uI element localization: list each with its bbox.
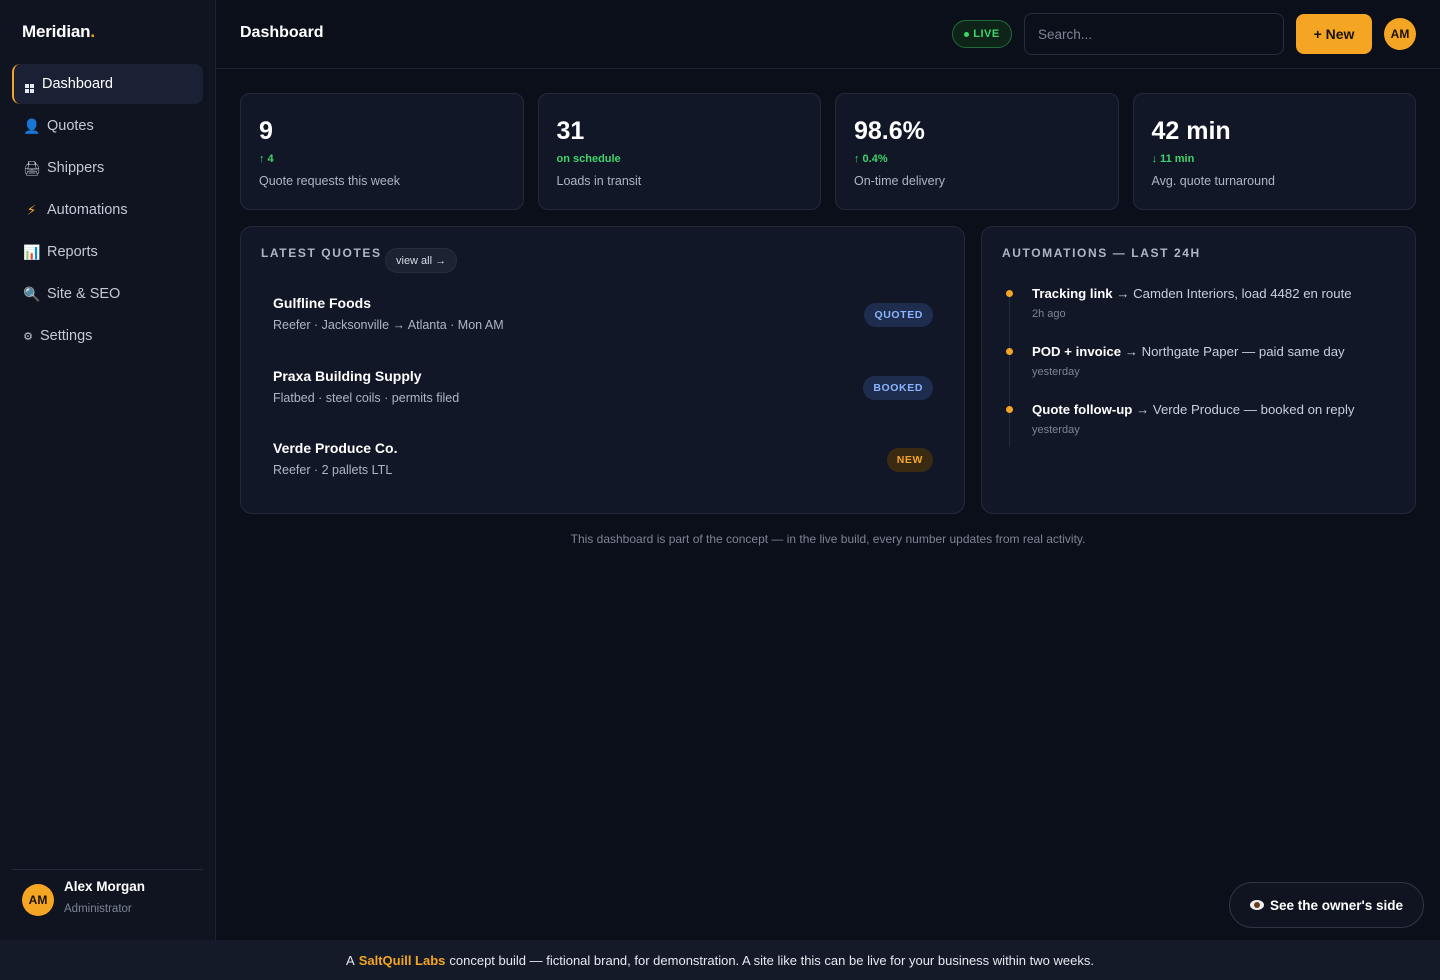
stat-value: 98.6%: [854, 117, 925, 145]
status-badge: QUOTED: [864, 303, 933, 327]
stat-value: 42 min: [1151, 117, 1231, 145]
user-role: Administrator: [64, 903, 132, 915]
sidebar: Meridian. Dashboard 👤 Quotes 🖨 Shippers …: [0, 0, 216, 940]
timeline-dot-icon: [1006, 348, 1013, 355]
new-button[interactable]: + New: [1296, 14, 1372, 54]
timeline-dot-icon: [1006, 290, 1013, 297]
timeline-time: yesterday: [1032, 366, 1080, 378]
sidebar-item-label: Reports: [47, 244, 98, 260]
stat-delta: ↑ 0.4%: [854, 153, 888, 165]
stat-value: 31: [556, 117, 585, 145]
automations-panel: Automations — last 24h Tracking link → C…: [981, 226, 1416, 514]
section-title: Latest quotes: [261, 246, 382, 260]
sidebar-item-automations[interactable]: ⚡ Automations: [12, 190, 203, 230]
quote-row[interactable]: Praxa Building Supply Flatbed · steel co…: [273, 368, 933, 424]
stat-label: On-time delivery: [854, 174, 945, 188]
timeline-text: POD + invoice → Northgate Paper — paid s…: [1032, 344, 1345, 359]
user-icon: 👤: [23, 117, 41, 134]
bar-chart-icon: 📊: [23, 243, 41, 260]
stat-delta: on schedule: [556, 153, 621, 165]
sidebar-item-label: Shippers: [47, 160, 105, 176]
user-profile[interactable]: AM Alex Morgan Administrator: [22, 879, 145, 916]
sidebar-item-quotes[interactable]: 👤 Quotes: [12, 106, 203, 146]
stat-delta: ↑ 4: [259, 153, 274, 165]
timeline-line: [1009, 291, 1010, 447]
status-badge: BOOKED: [863, 376, 933, 400]
user-name: Alex Morgan: [64, 879, 146, 894]
timeline-time: 2h ago: [1032, 308, 1066, 320]
brand-logo[interactable]: Meridian.: [22, 22, 95, 42]
sidebar-item-dashboard[interactable]: Dashboard: [12, 64, 203, 104]
stat-value: 9: [259, 117, 273, 145]
stat-label: Loads in transit: [556, 174, 642, 188]
sidebar-item-label: Site & SEO: [47, 286, 121, 302]
stat-card-loads-in-transit: 31 on schedule Loads in transit: [537, 93, 821, 210]
concept-note: This dashboard is part of the concept — …: [570, 532, 1086, 546]
avatar: AM: [22, 884, 54, 916]
footer-brand-link[interactable]: SaltQuill Labs: [359, 953, 446, 968]
stat-label: Quote requests this week: [259, 174, 401, 188]
stats-row: 9 ↑ 4 Quote requests this week 31 on sch…: [240, 93, 1416, 210]
quote-row[interactable]: Gulfline Foods Reefer · Jacksonville → A…: [273, 295, 933, 351]
quote-shipper-name: Verde Produce Co.: [273, 440, 398, 456]
footer-text: concept build — fictional brand, for dem…: [449, 952, 1094, 968]
stat-label: Avg. quote turnaround: [1151, 174, 1275, 188]
timeline-text: Tracking link → Camden Interiors, load 4…: [1032, 286, 1352, 301]
quote-details: Flatbed · steel coils · permits filed: [273, 391, 460, 405]
footer-prefix: A: [346, 952, 355, 968]
lightning-icon: ⚡: [26, 201, 37, 218]
search-input[interactable]: [1024, 13, 1284, 55]
stat-card-on-time-delivery: 98.6% ↑ 0.4% On-time delivery: [835, 93, 1119, 210]
owner-button-label: See the owner's side: [1269, 897, 1403, 913]
section-title: Automations — last 24h: [1002, 246, 1201, 260]
live-label: LIVE: [973, 28, 1000, 40]
top-header: Dashboard LIVE + New AM: [216, 0, 1440, 69]
live-status-badge: LIVE: [952, 20, 1012, 48]
live-dot-icon: [964, 31, 970, 37]
printer-icon: 🖨: [23, 159, 41, 176]
stat-delta: ↓ 11 min: [1151, 153, 1195, 165]
timeline-time: yesterday: [1032, 424, 1080, 436]
sidebar-nav: Dashboard 👤 Quotes 🖨 Shippers ⚡ Automati…: [12, 64, 203, 358]
footer-banner: A SaltQuill Labs concept build — fiction…: [0, 940, 1440, 980]
sidebar-divider: [12, 869, 203, 870]
page-title: Dashboard: [240, 24, 324, 41]
view-all-button[interactable]: view all →: [385, 248, 458, 273]
latest-quotes-panel: Latest quotes view all → Gulfline Foods …: [240, 226, 965, 514]
timeline-text: Quote follow-up → Verde Produce — booked…: [1032, 402, 1355, 417]
quote-shipper-name: Praxa Building Supply: [273, 368, 422, 384]
status-badge: NEW: [886, 448, 933, 472]
quote-details: Reefer · Jacksonville → Atlanta · Mon AM: [273, 318, 504, 332]
sidebar-item-settings[interactable]: ⚙ Settings: [12, 316, 203, 356]
quote-row[interactable]: Verde Produce Co. Reefer · 2 pallets LTL…: [273, 440, 933, 496]
gear-icon: ⚙: [23, 330, 33, 343]
sidebar-item-shippers[interactable]: 🖨 Shippers: [12, 148, 203, 188]
sidebar-item-label: Quotes: [47, 118, 94, 134]
sidebar-item-label: Settings: [40, 328, 93, 344]
see-owner-side-button[interactable]: See the owner's side: [1229, 882, 1424, 928]
sidebar-item-site-seo[interactable]: 🔍 Site & SEO: [12, 274, 203, 314]
stat-card-quote-requests: 9 ↑ 4 Quote requests this week: [240, 93, 524, 210]
quote-shipper-name: Gulfline Foods: [273, 295, 371, 311]
timeline-dot-icon: [1006, 406, 1013, 413]
header-avatar[interactable]: AM: [1384, 18, 1416, 50]
sidebar-item-reports[interactable]: 📊 Reports: [12, 232, 203, 272]
grid-icon: [23, 75, 35, 93]
stat-card-quote-turnaround: 42 min ↓ 11 min Avg. quote turnaround: [1132, 93, 1416, 210]
sidebar-item-label: Dashboard: [42, 76, 113, 92]
quote-details: Reefer · 2 pallets LTL: [273, 463, 393, 477]
sidebar-item-label: Automations: [47, 202, 128, 218]
eye-icon: [1249, 900, 1264, 910]
magnifier-icon: 🔍: [23, 285, 41, 302]
